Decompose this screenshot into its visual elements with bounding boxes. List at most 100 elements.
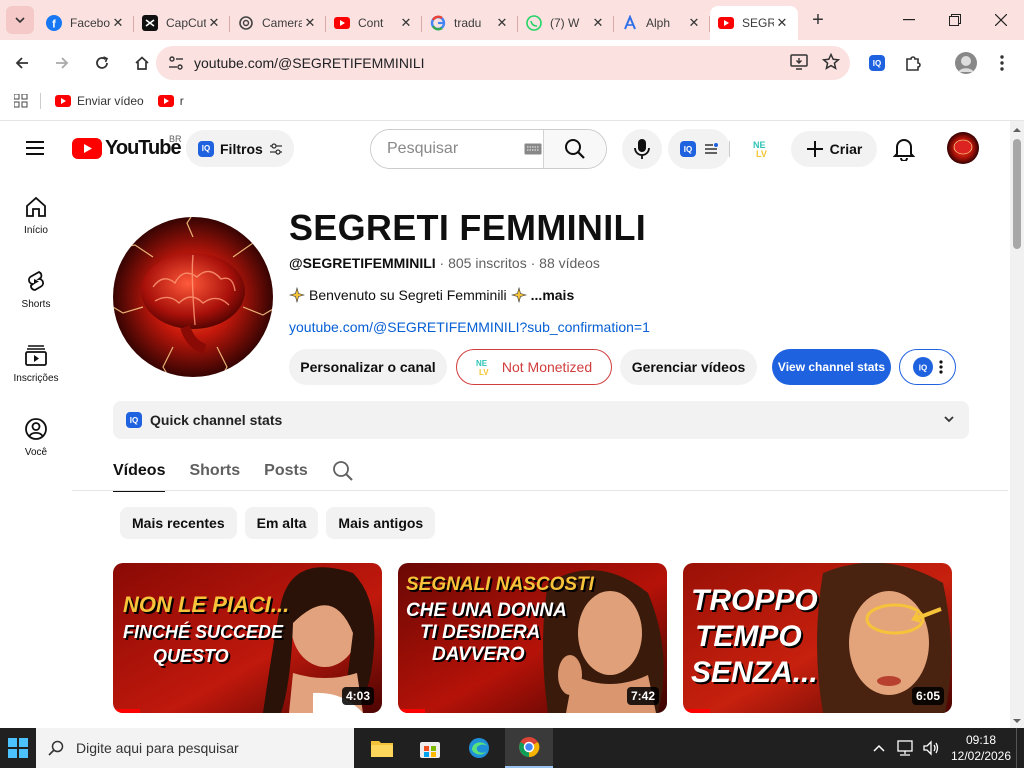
guide-item-you[interactable]: Você — [0, 399, 72, 473]
volume-icon[interactable] — [922, 740, 940, 756]
video-thumbnail[interactable]: SEGNALI NASCOSTI CHE UNA DONNA TI DESIDE… — [398, 563, 667, 713]
chrome-menu-icon[interactable] — [989, 50, 1015, 76]
tab-whatsapp[interactable]: (7) W ✕ — [518, 8, 614, 38]
chevron-down-icon[interactable] — [943, 413, 955, 425]
network-icon[interactable] — [896, 740, 914, 756]
tab-google[interactable]: tradu ✕ — [422, 8, 518, 38]
search-button[interactable] — [543, 130, 606, 168]
video-thumbnail[interactable]: NON LE PIACI... FINCHÉ SUCCEDE QUESTO 4:… — [113, 563, 382, 713]
chevron-up-icon[interactable] — [872, 743, 886, 753]
scroll-down-icon[interactable] — [1010, 716, 1024, 726]
scroll-up-icon[interactable] — [1010, 125, 1024, 135]
taskbar-search[interactable]: Digite aqui para pesquisar — [36, 728, 354, 768]
notifications-bell-icon[interactable] — [893, 137, 915, 161]
apps-grid-icon[interactable] — [14, 94, 28, 108]
bookmark-star-icon[interactable] — [822, 53, 840, 71]
tab-posts[interactable]: Posts — [264, 451, 308, 491]
bookmarks-bar: Enviar vídeo r — [0, 86, 1024, 116]
close-window-button[interactable] — [978, 0, 1024, 40]
channel-meta: @SEGRETIFEMMINILI · 805 inscritos · 88 v… — [289, 255, 600, 271]
channel-link[interactable]: youtube.com/@SEGRETIFEMMINILI?sub_confir… — [289, 319, 650, 335]
account-avatar[interactable] — [947, 132, 979, 164]
video-thumbnail[interactable]: TROPPO TEMPO SENZA... 6:05 — [683, 563, 952, 713]
tab-close-icon[interactable]: ✕ — [110, 15, 126, 31]
reload-button[interactable] — [84, 45, 120, 81]
forward-button[interactable] — [44, 45, 80, 81]
iq-more-button[interactable]: IQ — [899, 349, 956, 385]
channel-description[interactable]: Benvenuto su Segreti Femminili ...mais — [289, 287, 574, 303]
voice-search-button[interactable] — [622, 129, 662, 169]
iq-extension-icon[interactable]: IQ — [864, 50, 890, 76]
guide-sidebar: Início Shorts Inscrições Você — [0, 177, 72, 473]
bookmark-enviar-video[interactable]: Enviar vídeo — [55, 94, 144, 108]
nextlevel-extension-icon[interactable]: NE LV — [752, 139, 774, 159]
channel-search-icon[interactable] — [332, 451, 354, 491]
channel-avatar[interactable] — [113, 217, 273, 377]
guide-menu-icon[interactable] — [24, 139, 46, 157]
tab-capcut[interactable]: CapCut ✕ — [134, 8, 230, 38]
guide-item-shorts[interactable]: Shorts — [0, 251, 72, 325]
openai-icon — [238, 15, 254, 31]
iq-search-button[interactable]: IQ — [668, 129, 730, 169]
edge-browser-icon[interactable] — [455, 728, 503, 768]
tab-facebook[interactable]: f Facebook ✕ — [38, 8, 134, 38]
chrome-browser-icon[interactable] — [505, 728, 553, 768]
create-button[interactable]: Criar — [791, 131, 877, 167]
tab-videos[interactable]: Vídeos — [113, 451, 166, 492]
guide-label: Você — [24, 447, 48, 458]
page-scrollbar[interactable] — [1010, 121, 1024, 728]
minimize-button[interactable] — [886, 0, 932, 40]
tab-close-icon[interactable]: ✕ — [590, 15, 606, 31]
tab-close-icon[interactable]: ✕ — [774, 15, 790, 31]
guide-item-subscriptions[interactable]: Inscrições — [0, 325, 72, 399]
start-button[interactable] — [0, 728, 36, 768]
tab-chatgpt[interactable]: Camera ✕ — [230, 8, 326, 38]
tab-close-icon[interactable]: ✕ — [686, 15, 702, 31]
channel-handle[interactable]: @SEGRETIFEMMINILI — [289, 255, 436, 271]
tab-search-button[interactable] — [6, 6, 34, 34]
chip-popular[interactable]: Em alta — [244, 507, 319, 539]
tab-close-icon[interactable]: ✕ — [302, 15, 318, 31]
youtube-logo[interactable]: YouTube — [72, 137, 182, 160]
chip-latest[interactable]: Mais recentes — [120, 507, 237, 539]
search-input[interactable] — [371, 130, 521, 168]
install-app-icon[interactable] — [790, 53, 808, 71]
extensions-puzzle-icon[interactable] — [900, 50, 926, 76]
guide-item-home[interactable]: Início — [0, 177, 72, 251]
tab-close-icon[interactable]: ✕ — [206, 15, 222, 31]
customize-channel-button[interactable]: Personalizar o canal — [289, 349, 447, 385]
profile-avatar[interactable] — [953, 50, 979, 76]
tab-shorts[interactable]: Shorts — [189, 451, 240, 491]
description-more[interactable]: ...mais — [531, 287, 575, 303]
system-tray: 09:18 12/02/2026 — [872, 728, 1024, 768]
not-monetized-button[interactable]: NE LV Not Monetized — [456, 349, 612, 385]
tab-youtube-active[interactable]: SEGRETI ✕ — [710, 6, 798, 40]
microsoft-store-icon[interactable] — [406, 728, 454, 768]
home-icon — [135, 56, 149, 70]
address-bar[interactable]: youtube.com/@SEGRETIFEMMINILI — [156, 46, 850, 80]
restore-button[interactable] — [932, 0, 978, 40]
quick-channel-stats-panel[interactable]: IQ Quick channel stats — [113, 401, 969, 439]
back-button[interactable] — [4, 45, 40, 81]
tab-close-icon[interactable]: ✕ — [398, 15, 414, 31]
bookmark-r[interactable]: r — [157, 94, 184, 108]
scrollbar-thumb[interactable] — [1013, 139, 1021, 249]
new-tab-button[interactable]: + — [804, 6, 832, 34]
clock[interactable]: 09:18 12/02/2026 — [946, 732, 1016, 764]
show-desktop-button[interactable] — [1016, 728, 1024, 768]
home-icon — [26, 196, 46, 217]
site-info-icon[interactable] — [168, 55, 184, 71]
shorts-icon — [28, 270, 44, 291]
keyboard-icon[interactable] — [521, 130, 545, 168]
filters-button[interactable]: IQ Filtros — [186, 130, 294, 167]
tab-youtube-content[interactable]: Cont ✕ — [326, 8, 422, 38]
chip-oldest[interactable]: Mais antigos — [326, 507, 436, 539]
tab-alpha[interactable]: Alph ✕ — [614, 8, 710, 38]
view-channel-stats-button[interactable]: View channel stats — [772, 349, 891, 385]
manage-videos-button[interactable]: Gerenciar vídeos — [620, 349, 757, 385]
capcut-icon — [142, 15, 158, 31]
tab-title: Alph — [646, 16, 671, 30]
file-explorer-icon[interactable] — [358, 728, 406, 768]
tab-close-icon[interactable]: ✕ — [494, 15, 510, 31]
home-button[interactable] — [124, 45, 160, 81]
